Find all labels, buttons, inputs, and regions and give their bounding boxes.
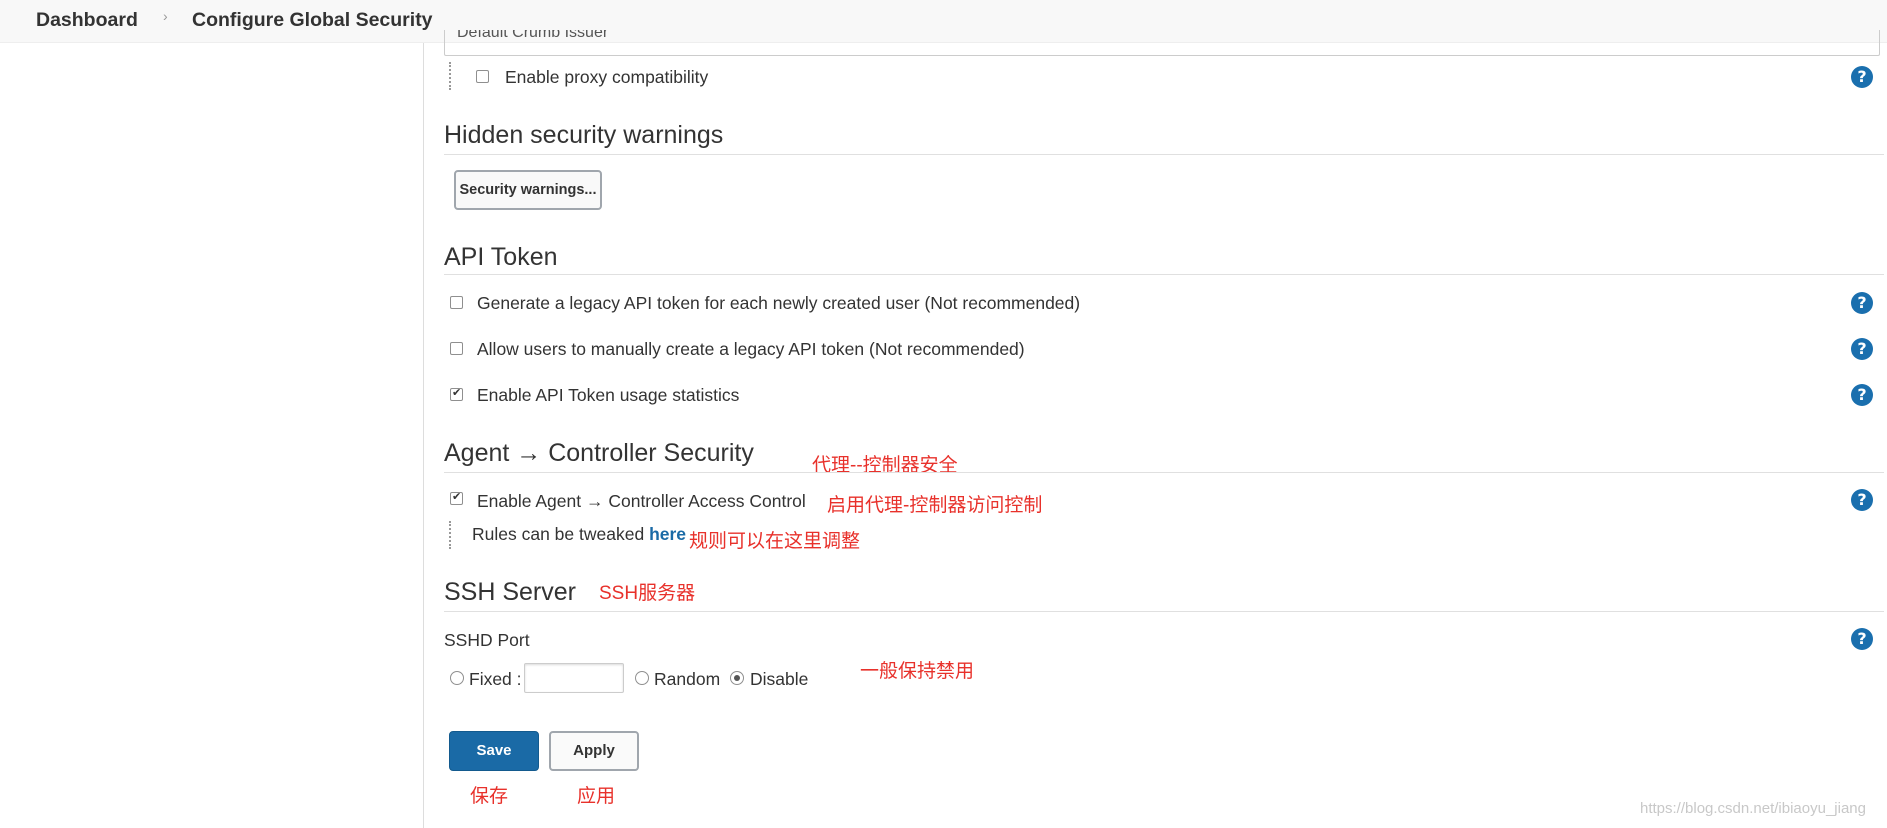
help-icon[interactable]: ? (1851, 628, 1873, 650)
proxy-compatibility-label: Enable proxy compatibility (505, 67, 709, 87)
ssh-server-title: SSH Server (444, 578, 576, 606)
breadcrumb-configure-global-security[interactable]: Configure Global Security (192, 9, 433, 32)
annotation-agent-enable: 启用代理-控制器访问控制 (827, 495, 1043, 516)
rules-prefix: Rules can be tweaked (472, 524, 645, 544)
nested-indent-line (449, 62, 451, 90)
legacy-token-new-user-label: Generate a legacy API token for each new… (477, 293, 1081, 313)
chevron-right-icon: › (163, 8, 168, 24)
legacy-token-new-user-checkbox[interactable] (450, 296, 463, 309)
proxy-compatibility-checkbox[interactable] (476, 70, 489, 83)
annotation-ssh-title: SSH服务器 (599, 583, 696, 604)
help-icon[interactable]: ? (1851, 384, 1873, 406)
sshd-port-label: SSHD Port (444, 630, 530, 650)
help-icon[interactable]: ? (1851, 292, 1873, 314)
sshd-random-label: Random (654, 669, 721, 689)
agent-access-control-checkbox[interactable] (450, 490, 463, 505)
sshd-random-radio[interactable] (635, 671, 649, 685)
sshd-fixed-radio[interactable] (450, 671, 464, 685)
legacy-token-manual-label: Allow users to manually create a legacy … (477, 339, 1025, 359)
legacy-token-manual-checkbox[interactable] (450, 342, 463, 355)
section-divider (444, 472, 1884, 473)
crumb-issuer-value: Default Crumb Issuer (457, 30, 609, 41)
annotation-ssh-disable: 一般保持禁用 (860, 661, 975, 682)
breadcrumb-dashboard[interactable]: Dashboard (36, 9, 138, 32)
main-content: Default Crumb Issuer Enable proxy compat… (444, 0, 1887, 828)
annotation-save: 保存 (470, 786, 509, 807)
annotation-apply: 应用 (577, 786, 616, 807)
help-icon[interactable]: ? (1851, 338, 1873, 360)
nested-indent-line (449, 521, 451, 549)
agent-access-control-label: Enable Agent → Controller Access Control (477, 491, 806, 511)
sshd-port-input[interactable] (524, 663, 624, 693)
sidebar-divider (423, 43, 424, 828)
rules-here-link[interactable]: here (649, 524, 686, 544)
section-divider (444, 154, 1884, 155)
sshd-disable-radio[interactable] (730, 671, 744, 685)
sshd-fixed-label: Fixed : (469, 669, 522, 689)
crumb-issuer-field[interactable]: Default Crumb Issuer (444, 30, 1880, 56)
watermark: https://blog.csdn.net/ibiaoyu_jiang (1640, 800, 1866, 817)
section-divider (444, 611, 1884, 612)
api-token-title: API Token (444, 243, 558, 271)
security-warnings-button[interactable]: Security warnings... (454, 170, 602, 210)
help-icon[interactable]: ? (1851, 489, 1873, 511)
apply-button[interactable]: Apply (549, 731, 639, 771)
annotation-rules: 规则可以在这里调整 (689, 531, 861, 552)
rules-text: Rules can be tweaked here (472, 524, 686, 545)
sshd-disable-label: Disable (750, 669, 809, 689)
save-button[interactable]: Save (449, 731, 539, 771)
hidden-security-warnings-title: Hidden security warnings (444, 121, 724, 149)
agent-controller-security-title: Agent → Controller Security (444, 439, 754, 467)
token-usage-statistics-label: Enable API Token usage statistics (477, 385, 740, 405)
token-usage-statistics-checkbox[interactable] (450, 386, 463, 401)
section-divider (444, 274, 1884, 275)
help-icon[interactable]: ? (1851, 66, 1873, 88)
